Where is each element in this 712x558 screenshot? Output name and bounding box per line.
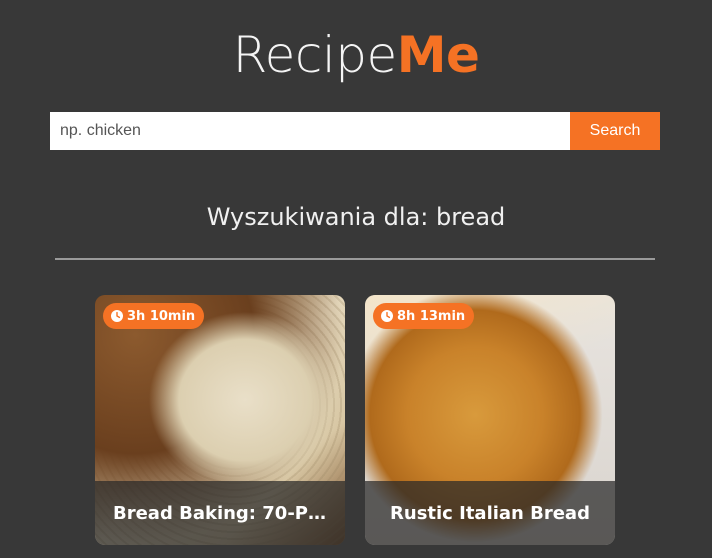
search-bar: Search	[50, 112, 660, 150]
logo-text-recipe: Recipe	[232, 26, 398, 84]
search-input[interactable]	[50, 112, 570, 150]
time-label: 8h 13min	[397, 308, 466, 324]
app-logo[interactable]: RecipeMe	[0, 24, 712, 86]
time-badge: 3h 10min	[103, 303, 205, 329]
clock-icon	[111, 310, 123, 322]
recipe-caption: Bread Baking: 70-Per...	[95, 481, 345, 545]
divider	[55, 258, 655, 260]
time-badge: 8h 13min	[373, 303, 475, 329]
recipe-card[interactable]: 3h 10min Bread Baking: 70-Per...	[95, 295, 345, 545]
recipe-card[interactable]: 8h 13min Rustic Italian Bread	[365, 295, 615, 545]
recipe-title[interactable]: Rustic Italian Bread	[390, 503, 590, 524]
results-heading: Wyszukiwania dla: bread	[206, 203, 506, 231]
recipe-caption: Rustic Italian Bread	[365, 481, 615, 545]
clock-icon	[381, 310, 393, 322]
recipe-title[interactable]: Bread Baking: 70-Per...	[113, 503, 327, 524]
logo-text-me: Me	[396, 26, 480, 84]
search-button[interactable]: Search	[570, 112, 660, 150]
time-label: 3h 10min	[127, 308, 196, 324]
